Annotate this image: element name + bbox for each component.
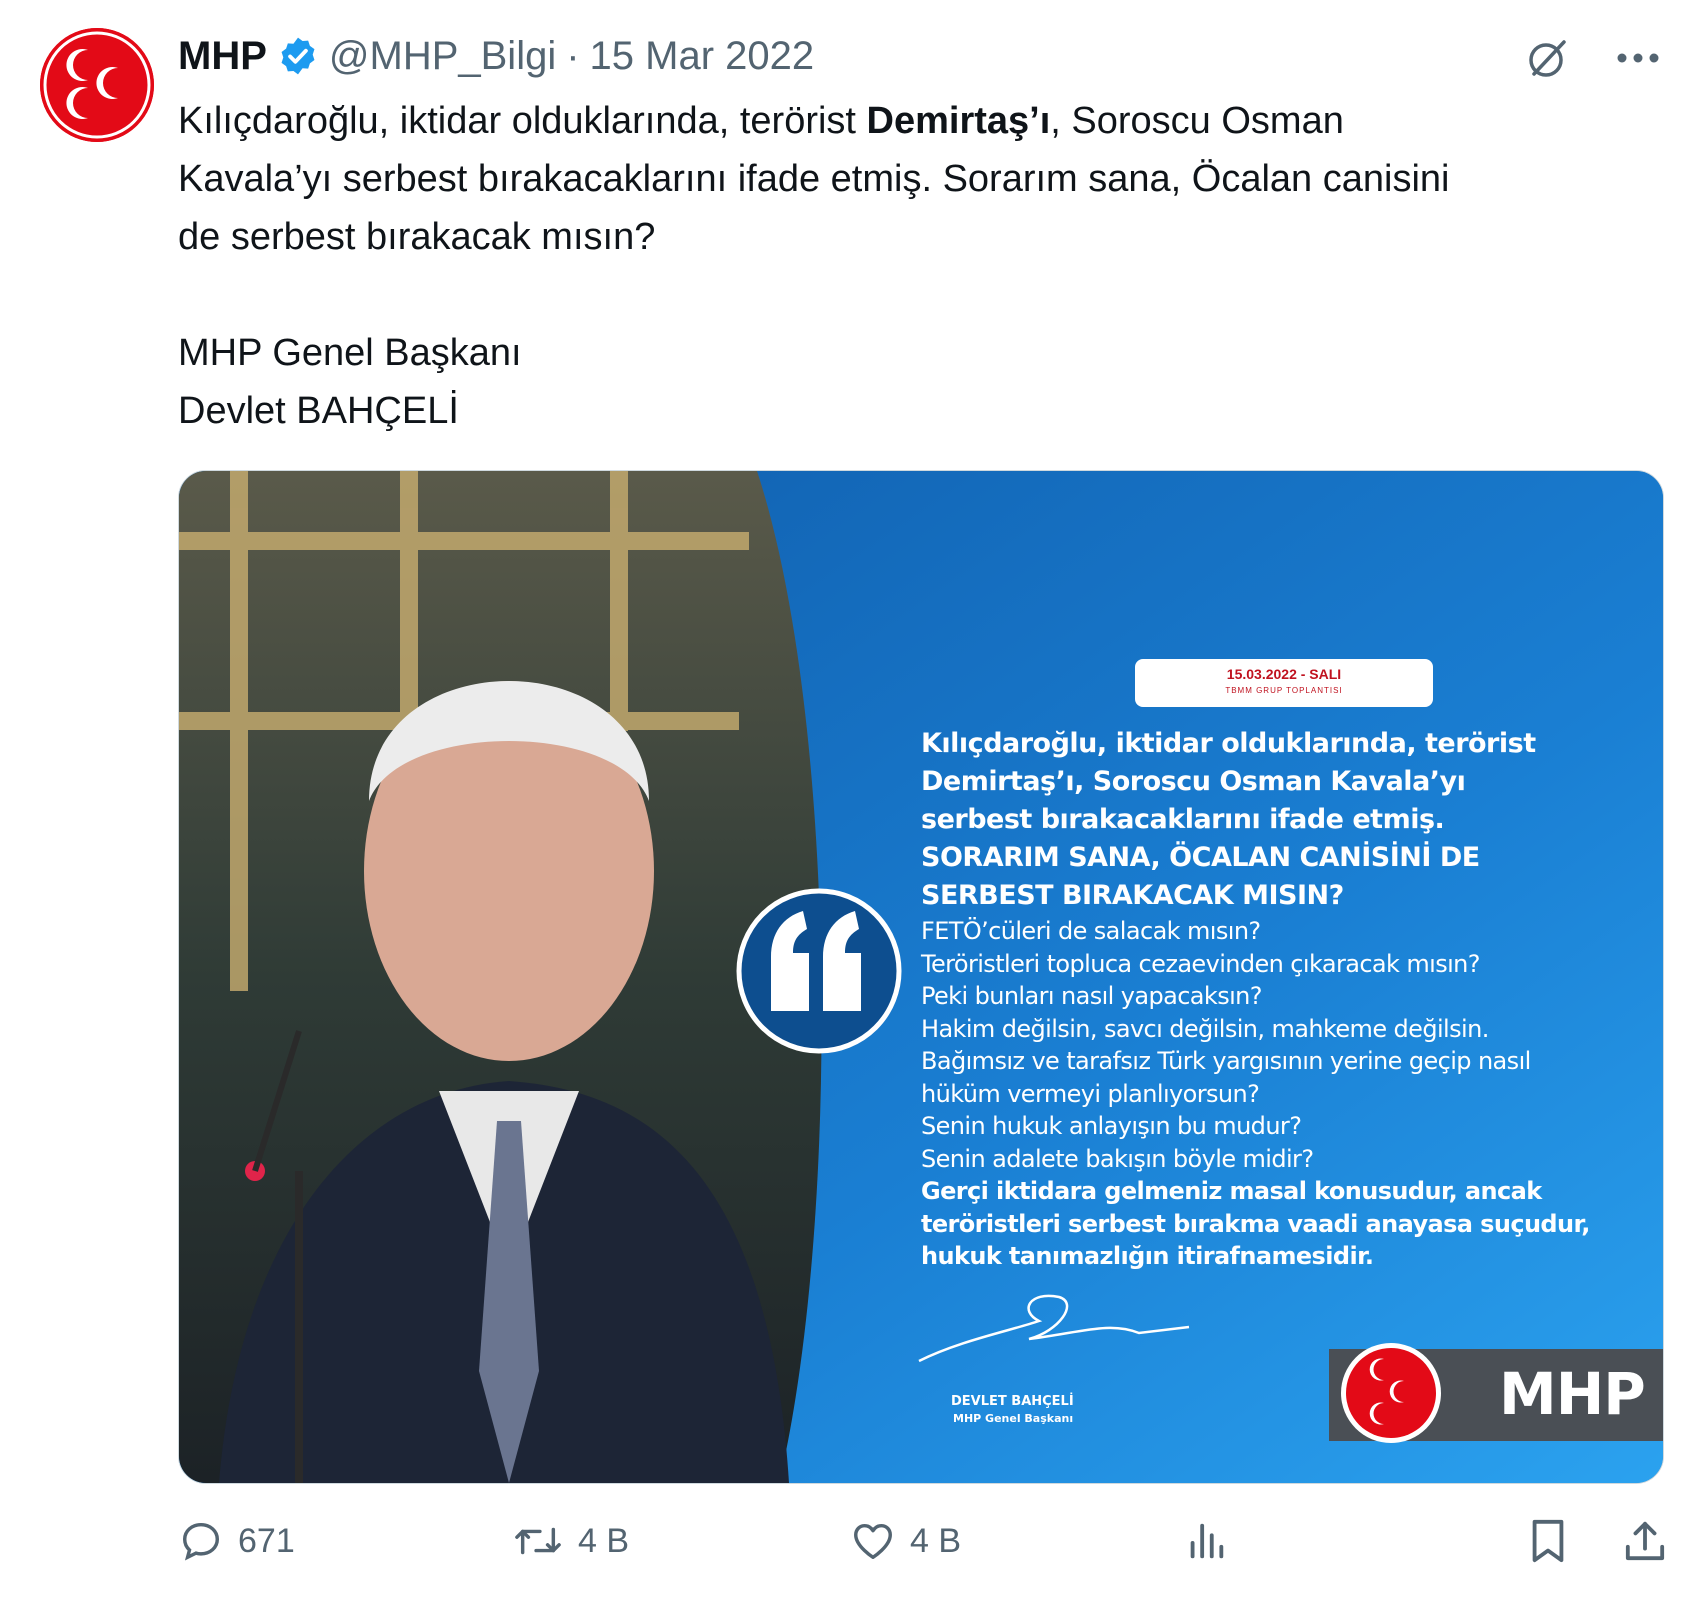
tweet-text-line: Kavala’yı serbest bırakacaklarını ifade … [178, 158, 1450, 200]
signature-name: DEVLET BAHÇELİ [951, 1394, 1074, 1409]
quote-block: Kılıçdaroğlu, iktidar olduklarında, terö… [921, 725, 1641, 1273]
quote-caps-line: SORARIM SANA, ÖCALAN CANİSİNİ DE [921, 842, 1480, 873]
date-pill-sub: TBMM GRUP TOPLANTISI [1225, 686, 1343, 695]
quote-body-line: Hakim değilsin, savcı değilsin, mahkeme … [921, 1014, 1489, 1043]
reply-count: 671 [238, 1521, 295, 1560]
tweet-text-line: Kılıçdaroğlu, iktidar olduklarında, terö… [178, 92, 1658, 150]
signature-line: MHP Genel Başkanı [178, 332, 522, 374]
bookmark-button[interactable] [1528, 1518, 1568, 1564]
avatar[interactable] [40, 28, 154, 142]
mhp-crescents-icon [40, 28, 154, 142]
views-icon [1190, 1523, 1224, 1559]
bookmark-icon [1532, 1519, 1564, 1563]
quote-body-line: Senin hukuk anlayışın bu mudur? [921, 1112, 1302, 1140]
tweet-text: Kılıçdaroğlu, iktidar olduklarında, terö… [178, 92, 1658, 440]
repost-count: 4 B [578, 1521, 630, 1560]
like-button[interactable]: 4 B [850, 1518, 961, 1564]
views-button[interactable] [1186, 1518, 1226, 1564]
date-pill-date: 15.03.2022 - SALI [1226, 666, 1342, 682]
quote-tail-line: teröristleri serbest bırakma vaadi anaya… [921, 1209, 1590, 1238]
signature-line: Devlet BAHÇELİ [178, 390, 459, 432]
share-icon [1625, 1521, 1665, 1561]
quote-tail-line: Gerçi iktidara gelmeniz masal konusudur,… [921, 1177, 1542, 1205]
author-handle[interactable]: @MHP_Bilgi [329, 30, 556, 82]
text-segment: , Soroscu Osman [1050, 100, 1344, 142]
text-bold-segment: Demirtaş’ı [866, 100, 1051, 142]
mhp-logo-text: MHP [1499, 1360, 1646, 1428]
grok-icon[interactable] [1524, 34, 1572, 82]
signature-title: MHP Genel Başkanı [953, 1412, 1074, 1425]
quote-caps-line: SERBEST BIRAKACAK MISIN? [921, 880, 1344, 911]
separator-dot: · [566, 34, 580, 78]
quote-tail-line: hukuk tanımazlığın itirafnamesidir. [921, 1242, 1374, 1270]
quote-body-line: Peki bunları nasıl yapacaksın? [921, 982, 1263, 1010]
repost-button[interactable]: 4 B [512, 1518, 629, 1564]
tweet-action-bar: 671 4 B 4 B [178, 1518, 1665, 1578]
reply-icon [182, 1522, 220, 1561]
verified-badge-icon [281, 37, 315, 75]
repost-icon [515, 1527, 561, 1555]
reply-button[interactable]: 671 [178, 1518, 295, 1564]
quote-body-line: Teröristleri topluca cezaevinden çıkarac… [921, 949, 1481, 978]
text-segment: Kılıçdaroğlu, iktidar olduklarında, terö… [178, 100, 867, 142]
quote-head-line: Demirtaş’ı, Soroscu Osman Kavala’yı [921, 766, 1466, 797]
tweet-text-line: de serbest bırakacak mısın? [178, 216, 656, 258]
tweet-header: MHP @MHP_Bilgi · 15 Mar 2022 [178, 30, 814, 82]
quote-body-line: Senin adalete bakışın böyle midir? [921, 1144, 1314, 1173]
like-count: 4 B [910, 1521, 962, 1560]
tweet-date[interactable]: 15 Mar 2022 [590, 30, 815, 82]
quote-body-line: FETÖ’cüleri de salacak mısın? [921, 917, 1261, 945]
date-pill: 15.03.2022 - SALI TBMM GRUP TOPLANTISI [1135, 659, 1433, 707]
share-button[interactable] [1624, 1518, 1666, 1564]
like-icon [854, 1523, 892, 1560]
quote-body-line: hüküm vermeyi planlıyorsun? [921, 1079, 1260, 1108]
top-actions [1524, 34, 1660, 82]
quote-head-line: serbest bırakacaklarını ifade etmiş. [921, 804, 1445, 835]
quote-head-line: Kılıçdaroğlu, iktidar olduklarında, terö… [921, 728, 1536, 759]
tweet-media-image[interactable]: 15.03.2022 - SALI TBMM GRUP TOPLANTISI K… [178, 470, 1664, 1484]
more-icon[interactable] [1616, 52, 1660, 64]
quote-body-line: Bağımsız ve tarafsız Türk yargısının yer… [921, 1047, 1531, 1075]
author-name[interactable]: MHP [178, 30, 267, 82]
